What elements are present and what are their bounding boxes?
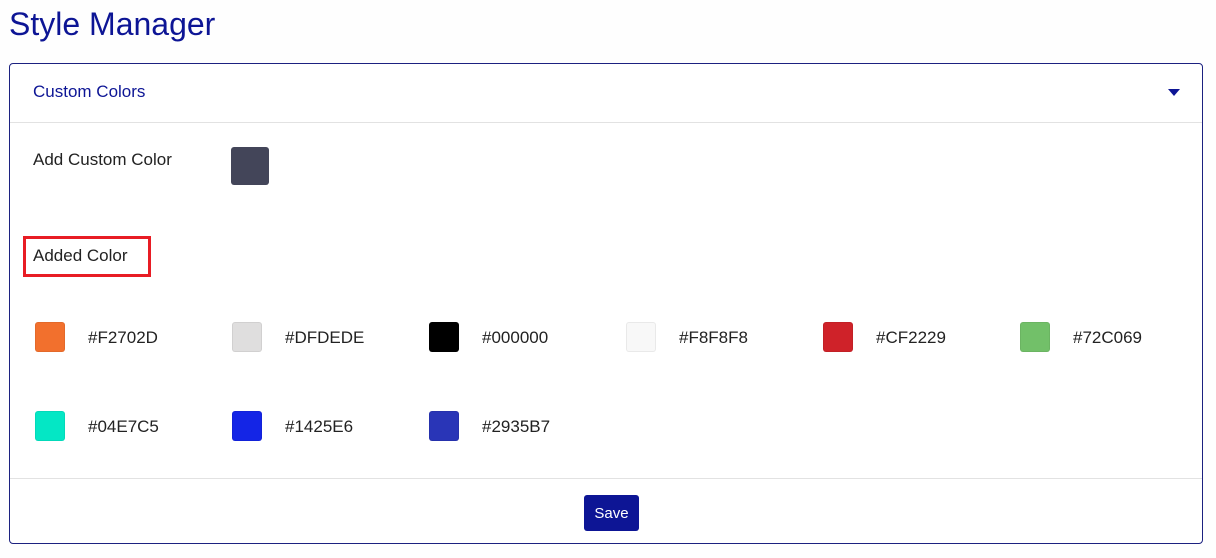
save-button[interactable]: Save (584, 495, 639, 531)
color-item[interactable]: #2935B7 (429, 411, 626, 441)
color-hex-label: #CF2229 (876, 328, 946, 347)
color-hex-label: #000000 (482, 328, 549, 347)
color-hex-label: #1425E6 (285, 417, 354, 436)
page-title: Style Manager (9, 6, 216, 42)
color-item[interactable]: #72C069 (1020, 322, 1216, 352)
color-swatch[interactable] (429, 411, 459, 441)
color-item[interactable]: #000000 (429, 322, 626, 352)
color-item[interactable]: #F2702D (35, 322, 232, 352)
color-swatch[interactable] (232, 322, 262, 352)
custom-colors-header[interactable]: Custom Colors (10, 64, 1202, 123)
custom-colors-panel: Custom Colors Add Custom Color Added Col… (9, 63, 1203, 544)
color-hex-label: #04E7C5 (88, 417, 159, 436)
color-swatch[interactable] (1020, 322, 1050, 352)
custom-colors-title: Custom Colors (33, 82, 146, 101)
color-swatch[interactable] (429, 322, 459, 352)
color-hex-label: #72C069 (1073, 328, 1143, 347)
color-hex-label: #F8F8F8 (679, 328, 748, 347)
panel-footer: Save (10, 478, 1202, 545)
add-custom-color-label: Add Custom Color (33, 150, 172, 169)
color-hex-label: #F2702D (88, 328, 158, 347)
color-swatch[interactable] (626, 322, 656, 352)
color-swatch[interactable] (35, 411, 65, 441)
color-item[interactable]: #DFDEDE (232, 322, 429, 352)
color-swatch[interactable] (823, 322, 853, 352)
color-hex-label: #DFDEDE (285, 328, 365, 347)
color-swatch[interactable] (35, 322, 65, 352)
color-swatch[interactable] (232, 411, 262, 441)
color-item[interactable]: #F8F8F8 (626, 322, 823, 352)
color-hex-label: #2935B7 (482, 417, 551, 436)
added-color-label: Added Color (33, 246, 128, 265)
caret-down-icon[interactable] (1168, 89, 1180, 96)
color-item[interactable]: #CF2229 (823, 322, 1020, 352)
color-item[interactable]: #04E7C5 (35, 411, 232, 441)
color-item[interactable]: #1425E6 (232, 411, 429, 441)
custom-color-picker[interactable] (231, 147, 269, 185)
